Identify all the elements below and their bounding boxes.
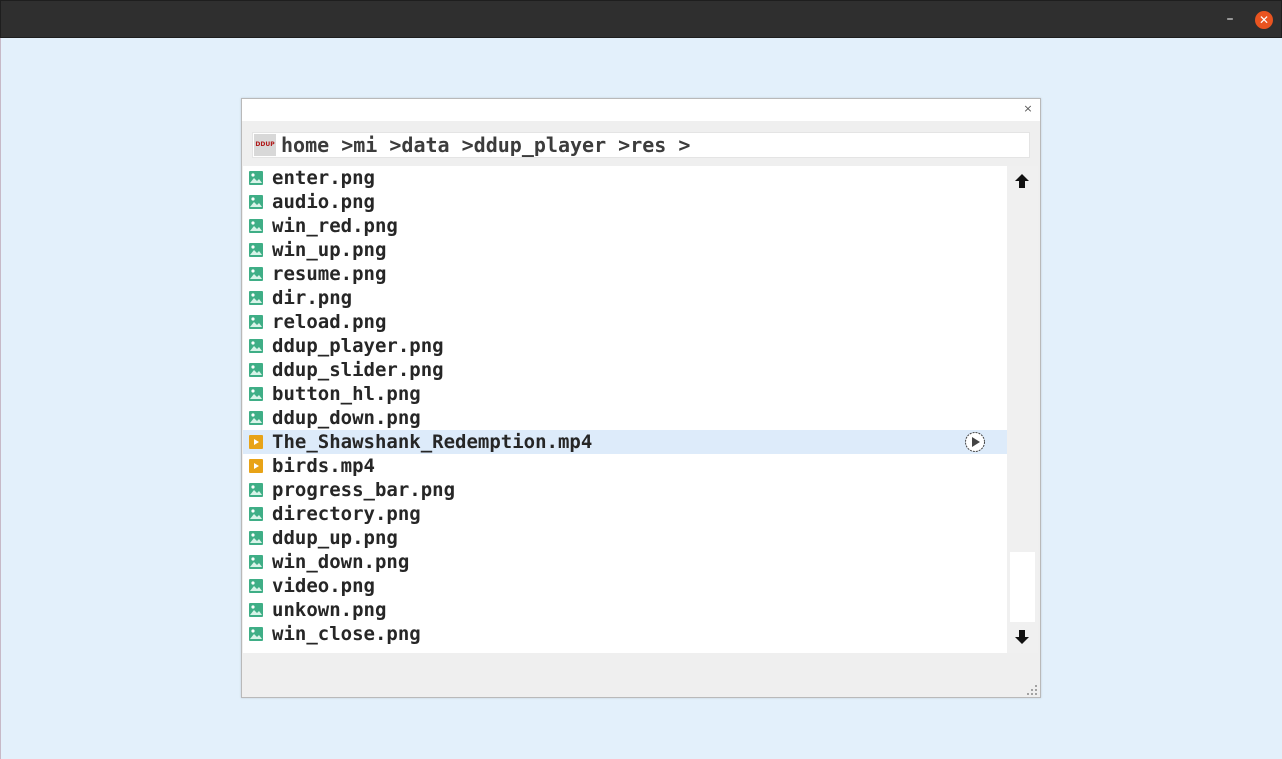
file-name: birds.mp4 bbox=[272, 455, 375, 477]
file-name: ddup_slider.png bbox=[272, 359, 444, 381]
list-item[interactable]: directory.png bbox=[243, 502, 1007, 526]
list-item[interactable]: ddup_up.png bbox=[243, 526, 1007, 550]
list-item[interactable]: dir.png bbox=[243, 286, 1007, 310]
image-file-icon bbox=[249, 243, 263, 257]
image-file-icon bbox=[249, 267, 263, 281]
image-file-icon bbox=[249, 483, 263, 497]
list-item[interactable]: The_Shawshank_Redemption.mp4 bbox=[243, 430, 1007, 454]
list-item[interactable]: resume.png bbox=[243, 262, 1007, 286]
image-file-icon bbox=[249, 507, 263, 521]
breadcrumb: DDUP home >mi >data >ddup_player >res > bbox=[252, 132, 1030, 158]
image-file-icon bbox=[249, 579, 263, 593]
file-name: ddup_up.png bbox=[272, 527, 398, 549]
image-file-icon bbox=[249, 531, 263, 545]
minimize-button[interactable]: – bbox=[1221, 10, 1239, 28]
scrollbar[interactable] bbox=[1007, 166, 1038, 653]
file-name: video.png bbox=[272, 575, 375, 597]
image-file-icon bbox=[249, 315, 263, 329]
file-name: enter.png bbox=[272, 167, 375, 189]
file-name: progress_bar.png bbox=[272, 479, 456, 501]
file-name: dir.png bbox=[272, 287, 353, 309]
video-file-icon bbox=[249, 435, 263, 449]
list-item[interactable]: win_close.png bbox=[243, 622, 1007, 646]
image-file-icon bbox=[249, 219, 263, 233]
image-file-icon bbox=[249, 195, 263, 209]
window-titlebar: – ✕ bbox=[0, 0, 1282, 38]
list-item[interactable]: progress_bar.png bbox=[243, 478, 1007, 502]
file-name: unkown.png bbox=[272, 599, 387, 621]
file-name: The_Shawshank_Redemption.mp4 bbox=[272, 431, 593, 453]
list-item[interactable]: unkown.png bbox=[243, 598, 1007, 622]
scroll-thumb[interactable] bbox=[1010, 552, 1035, 622]
app-logo-icon: DDUP bbox=[254, 134, 276, 156]
file-name: audio.png bbox=[272, 191, 375, 213]
list-item[interactable]: enter.png bbox=[243, 166, 1007, 190]
file-name: ddup_down.png bbox=[272, 407, 421, 429]
breadcrumb-path[interactable]: home >mi >data >ddup_player >res > bbox=[281, 133, 690, 157]
dialog-titlebar: × bbox=[242, 99, 1040, 121]
file-name: win_down.png bbox=[272, 551, 410, 573]
list-item[interactable]: win_down.png bbox=[243, 550, 1007, 574]
image-file-icon bbox=[249, 555, 263, 569]
dialog-close-button[interactable]: × bbox=[1022, 102, 1034, 116]
list-item[interactable]: win_red.png bbox=[243, 214, 1007, 238]
list-item[interactable]: audio.png bbox=[243, 190, 1007, 214]
resize-grip-icon[interactable] bbox=[1026, 684, 1038, 696]
image-file-icon bbox=[249, 603, 263, 617]
file-browser-dialog: × DDUP home >mi >data >ddup_player >res … bbox=[241, 98, 1041, 698]
file-name: directory.png bbox=[272, 503, 421, 525]
window-edge bbox=[0, 38, 1, 759]
scroll-down-icon[interactable] bbox=[1013, 628, 1031, 646]
list-item[interactable]: ddup_slider.png bbox=[243, 358, 1007, 382]
file-list: enter.png audio.png win_red.png win_up.png r… bbox=[243, 166, 1007, 653]
window-close-button[interactable]: ✕ bbox=[1255, 11, 1273, 29]
list-item[interactable]: win_up.png bbox=[243, 238, 1007, 262]
list-item[interactable]: birds.mp4 bbox=[243, 454, 1007, 478]
image-file-icon bbox=[249, 627, 263, 641]
file-name: win_up.png bbox=[272, 239, 387, 261]
image-file-icon bbox=[249, 339, 263, 353]
list-item[interactable]: video.png bbox=[243, 574, 1007, 598]
file-name: button_hl.png bbox=[272, 383, 421, 405]
image-file-icon bbox=[249, 291, 263, 305]
list-item[interactable]: ddup_down.png bbox=[243, 406, 1007, 430]
list-item[interactable]: button_hl.png bbox=[243, 382, 1007, 406]
file-name: ddup_player.png bbox=[272, 335, 444, 357]
video-file-icon bbox=[249, 459, 263, 473]
scroll-up-icon[interactable] bbox=[1013, 172, 1031, 190]
image-file-icon bbox=[249, 171, 263, 185]
image-file-icon bbox=[249, 387, 263, 401]
file-name: reload.png bbox=[272, 311, 387, 333]
list-item[interactable]: reload.png bbox=[243, 310, 1007, 334]
image-file-icon bbox=[249, 411, 263, 425]
file-name: resume.png bbox=[272, 263, 387, 285]
file-name: win_close.png bbox=[272, 623, 421, 645]
list-item[interactable]: ddup_player.png bbox=[243, 334, 1007, 358]
play-icon[interactable] bbox=[964, 431, 986, 453]
file-name: win_red.png bbox=[272, 215, 398, 237]
image-file-icon bbox=[249, 363, 263, 377]
